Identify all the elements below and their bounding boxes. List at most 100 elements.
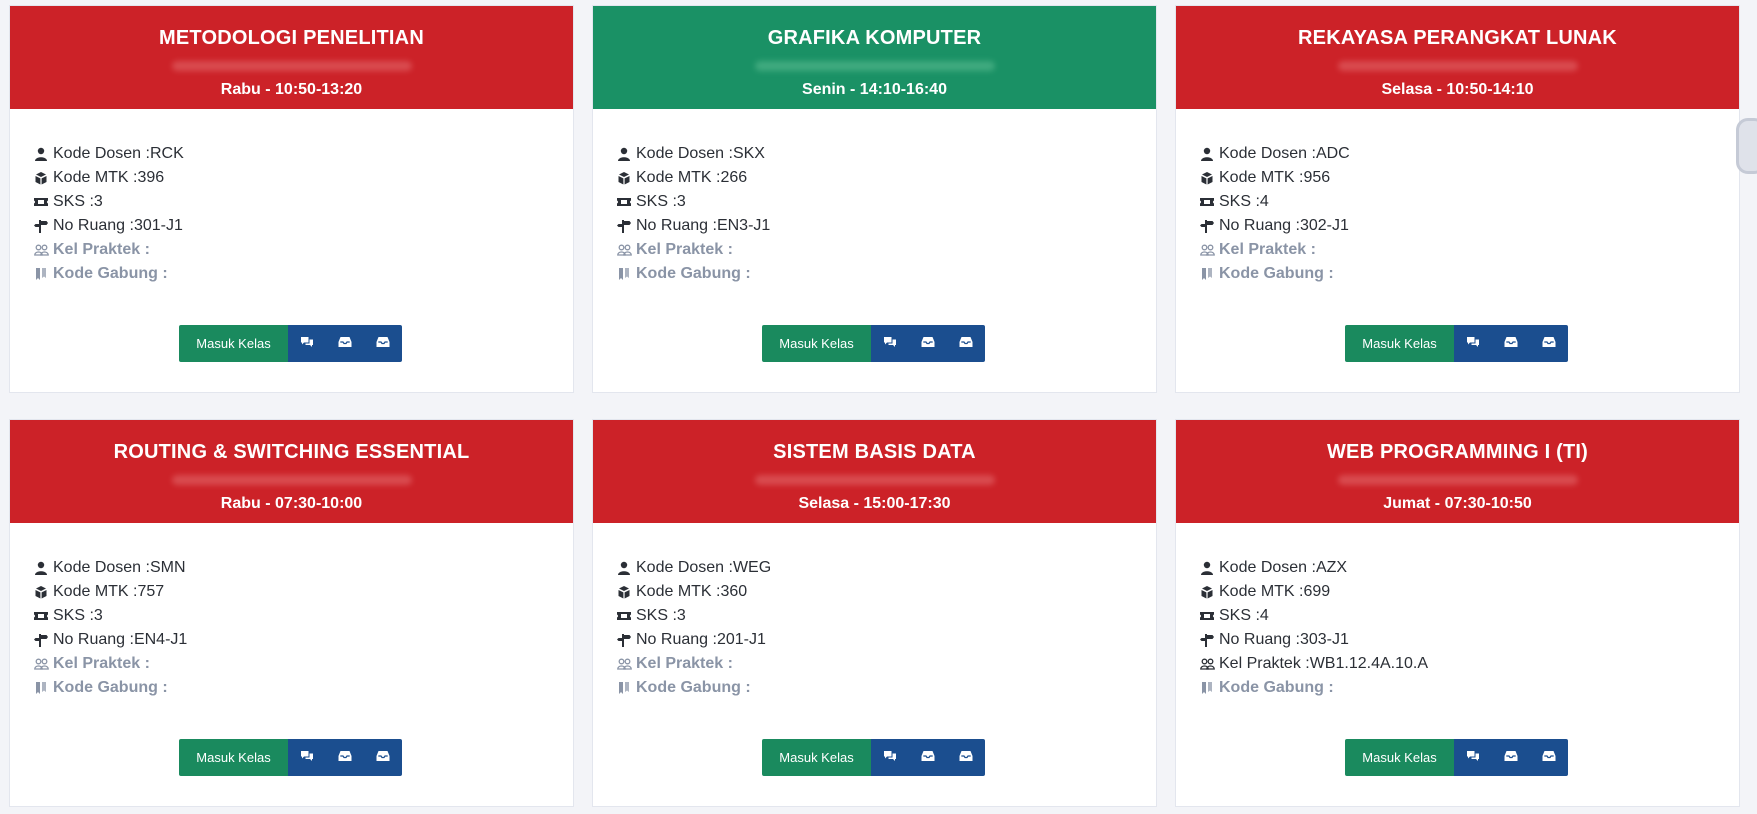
- inbox-button[interactable]: [909, 739, 947, 776]
- masuk-kelas-button[interactable]: Masuk Kelas: [762, 325, 871, 362]
- inbox-button[interactable]: [909, 325, 947, 362]
- kode-mtk-row: Kode MTK : 956: [1198, 166, 1739, 190]
- blurred-lecturer-name: [171, 475, 412, 485]
- kode-mtk-value: 757: [137, 583, 165, 600]
- chat-button[interactable]: [1454, 325, 1492, 362]
- inbox-button[interactable]: [1492, 325, 1530, 362]
- course-title: ROUTING & SWITCHING ESSENTIAL: [113, 441, 470, 463]
- sks-row: SKS : 3: [615, 190, 1156, 214]
- kode-gabung-row: Kode Gabung :: [32, 262, 573, 286]
- course-actions: Masuk Kelas: [179, 739, 402, 776]
- kode-dosen-label: Kode Dosen :: [53, 559, 150, 576]
- chat-icon: [300, 335, 314, 353]
- course-title: METODOLOGI PENELITIAN: [159, 27, 424, 49]
- inbox-icon: [959, 749, 973, 767]
- inbox-button[interactable]: [947, 739, 985, 776]
- masuk-kelas-button[interactable]: Masuk Kelas: [179, 739, 288, 776]
- kode-dosen-label: Kode Dosen :: [636, 559, 733, 576]
- kode-mtk-label: Kode MTK :: [53, 583, 138, 600]
- kode-mtk-row: Kode MTK : 699: [1198, 580, 1739, 604]
- course-title: SISTEM BASIS DATA: [773, 441, 976, 463]
- kel-praktek-label: Kel Praktek :: [1219, 655, 1310, 672]
- inbox-button[interactable]: [364, 739, 402, 776]
- course-title: GRAFIKA KOMPUTER: [767, 27, 982, 49]
- sks-value: 4: [1259, 193, 1269, 210]
- inbox-button[interactable]: [326, 739, 364, 776]
- masuk-kelas-button[interactable]: Masuk Kelas: [1345, 739, 1454, 776]
- bookmark-icon: [32, 681, 50, 695]
- no-ruang-value: EN4-J1: [133, 631, 188, 648]
- no-ruang-value: 303-J1: [1299, 631, 1349, 648]
- sks-row: SKS : 4: [1198, 190, 1739, 214]
- inbox-button[interactable]: [364, 325, 402, 362]
- course-grid: METODOLOGI PENELITIAN Rabu - 10:50-13:20…: [9, 5, 1740, 807]
- kode-gabung-label: Kode Gabung :: [53, 679, 168, 696]
- kode-mtk-row: Kode MTK : 266: [615, 166, 1156, 190]
- user-icon: [1198, 561, 1216, 575]
- inbox-button[interactable]: [326, 325, 364, 362]
- course-info: Kode Dosen : AZX Kode MTK : 699 SKS : 4 …: [1176, 523, 1739, 700]
- kode-mtk-label: Kode MTK :: [636, 169, 721, 186]
- kode-dosen-value: SKX: [732, 145, 765, 162]
- chat-button[interactable]: [1454, 739, 1492, 776]
- sks-value: 3: [676, 607, 686, 624]
- signpost-icon: [615, 219, 633, 233]
- chat-icon: [883, 749, 897, 767]
- ticket-icon: [615, 609, 633, 623]
- kode-gabung-label: Kode Gabung :: [636, 679, 751, 696]
- kel-praktek-row: Kel Praktek :: [615, 652, 1156, 676]
- signpost-icon: [32, 633, 50, 647]
- kode-mtk-row: Kode MTK : 396: [32, 166, 573, 190]
- chat-button[interactable]: [288, 325, 326, 362]
- chat-icon: [883, 335, 897, 353]
- book-icon: [1198, 585, 1216, 599]
- course-card: GRAFIKA KOMPUTER Senin - 14:10-16:40 Kod…: [592, 5, 1157, 393]
- ticket-icon: [615, 195, 633, 209]
- course-actions: Masuk Kelas: [762, 325, 985, 362]
- chat-button[interactable]: [871, 739, 909, 776]
- inbox-button[interactable]: [947, 325, 985, 362]
- kode-dosen-label: Kode Dosen :: [1219, 559, 1316, 576]
- sks-value: 4: [1259, 607, 1269, 624]
- course-actions: Masuk Kelas: [1345, 325, 1568, 362]
- no-ruang-row: No Ruang : 302-J1: [1198, 214, 1739, 238]
- masuk-kelas-button[interactable]: Masuk Kelas: [179, 325, 288, 362]
- kode-mtk-value: 396: [137, 169, 165, 186]
- kode-gabung-row: Kode Gabung :: [615, 262, 1156, 286]
- side-panel-toggle[interactable]: [1736, 118, 1757, 174]
- kode-dosen-label: Kode Dosen :: [53, 145, 150, 162]
- kel-praktek-label: Kel Praktek :: [53, 241, 150, 258]
- sks-label: SKS :: [636, 607, 677, 624]
- group-icon: [32, 657, 50, 671]
- kel-praktek-row: Kel Praktek :: [32, 652, 573, 676]
- kel-praktek-row: Kel Praktek :: [615, 238, 1156, 262]
- bookmark-icon: [615, 267, 633, 281]
- inbox-icon: [921, 335, 935, 353]
- inbox-icon: [376, 749, 390, 767]
- kode-gabung-label: Kode Gabung :: [636, 265, 751, 282]
- chat-button[interactable]: [871, 325, 909, 362]
- signpost-icon: [32, 219, 50, 233]
- kode-dosen-value: RCK: [149, 145, 184, 162]
- sks-label: SKS :: [1219, 607, 1260, 624]
- inbox-button[interactable]: [1530, 739, 1568, 776]
- course-schedule: Rabu - 07:30-10:00: [220, 495, 363, 512]
- kode-dosen-row: Kode Dosen : SMN: [32, 556, 573, 580]
- blurred-lecturer-name: [1337, 61, 1578, 71]
- inbox-button[interactable]: [1530, 325, 1568, 362]
- kel-praktek-label: Kel Praktek :: [636, 241, 733, 258]
- signpost-icon: [615, 633, 633, 647]
- sks-label: SKS :: [53, 607, 94, 624]
- sks-label: SKS :: [636, 193, 677, 210]
- no-ruang-value: 302-J1: [1299, 217, 1349, 234]
- sks-value: 3: [93, 607, 103, 624]
- inbox-icon: [1542, 335, 1556, 353]
- kode-mtk-label: Kode MTK :: [1219, 583, 1304, 600]
- masuk-kelas-button[interactable]: Masuk Kelas: [1345, 325, 1454, 362]
- user-icon: [32, 147, 50, 161]
- chat-button[interactable]: [288, 739, 326, 776]
- book-icon: [615, 585, 633, 599]
- inbox-button[interactable]: [1492, 739, 1530, 776]
- kode-gabung-label: Kode Gabung :: [1219, 265, 1334, 282]
- masuk-kelas-button[interactable]: Masuk Kelas: [762, 739, 871, 776]
